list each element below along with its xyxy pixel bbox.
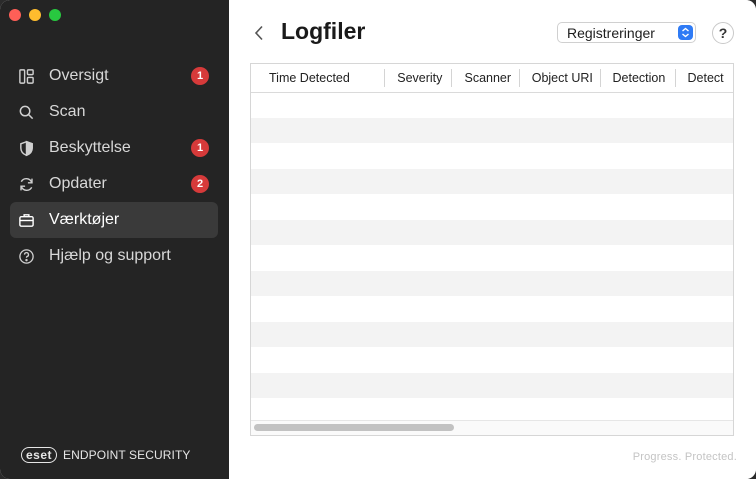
table-row	[251, 168, 733, 194]
sidebar-item-hjaelp[interactable]: Hjælp og support	[10, 238, 218, 274]
sidebar-item-label: Værktøjer	[49, 211, 120, 228]
page-title: Logfiler	[281, 18, 366, 44]
eset-logo: eset	[21, 447, 58, 463]
close-window-button[interactable]	[9, 9, 21, 21]
zoom-window-button[interactable]	[49, 9, 61, 21]
table-row	[251, 92, 733, 118]
notification-badge: 1	[191, 139, 209, 157]
table-row	[251, 372, 733, 398]
table-row	[251, 270, 733, 296]
app-window: Oversigt 1 Scan Beskyttelse 1 Opdater 2 …	[0, 0, 756, 479]
shield-icon	[17, 139, 35, 157]
table-row	[251, 347, 733, 373]
main-panel: Logfiler Registreringer ? Time Detected …	[229, 0, 756, 479]
table-row	[251, 321, 733, 347]
column-header-severity[interactable]: Severity	[384, 69, 451, 87]
help-circle-icon	[17, 247, 35, 265]
column-header-scanner[interactable]: Scanner	[451, 69, 518, 87]
scrollbar-thumb[interactable]	[254, 424, 454, 431]
tagline: Progress. Protected.	[632, 451, 737, 463]
sidebar-item-scan[interactable]: Scan	[10, 94, 218, 130]
chevron-updown-icon	[678, 25, 693, 40]
notification-badge: 1	[191, 67, 209, 85]
column-header-detection[interactable]: Detection	[599, 69, 675, 87]
minimize-window-button[interactable]	[29, 9, 41, 21]
table-header: Time Detected Severity Scanner Object UR…	[251, 64, 733, 93]
log-type-select[interactable]: Registreringer	[557, 22, 696, 43]
overview-icon	[17, 67, 35, 85]
table-row	[251, 245, 733, 271]
sidebar: Oversigt 1 Scan Beskyttelse 1 Opdater 2 …	[0, 0, 229, 479]
toolbox-icon	[17, 211, 35, 229]
table-row	[251, 117, 733, 143]
sidebar-item-label: Beskyttelse	[49, 139, 131, 156]
table-row	[251, 219, 733, 245]
sidebar-item-label: Hjælp og support	[49, 247, 171, 264]
sidebar-item-label: Oversigt	[49, 67, 109, 84]
sidebar-item-oversigt[interactable]: Oversigt 1	[10, 58, 218, 94]
sidebar-item-label: Scan	[49, 103, 86, 120]
column-header-detect[interactable]: Detect	[674, 69, 734, 87]
sidebar-item-label: Opdater	[49, 175, 107, 192]
table-row	[251, 194, 733, 220]
select-value: Registreringer	[567, 24, 655, 41]
horizontal-scrollbar[interactable]	[251, 420, 733, 435]
search-icon	[17, 103, 35, 121]
column-header-time-detected[interactable]: Time Detected	[251, 69, 384, 87]
window-controls	[9, 9, 61, 21]
sidebar-item-beskyttelse[interactable]: Beskyttelse 1	[10, 130, 218, 166]
table-body	[251, 92, 733, 421]
column-header-object-uri[interactable]: Object URI	[518, 69, 600, 87]
product-name: ENDPOINT SECURITY	[63, 448, 191, 462]
help-button[interactable]: ?	[712, 22, 734, 44]
back-button[interactable]	[251, 22, 267, 44]
refresh-icon	[17, 175, 35, 193]
chevron-left-icon	[254, 25, 263, 41]
sidebar-nav: Oversigt 1 Scan Beskyttelse 1 Opdater 2 …	[10, 58, 218, 274]
notification-badge: 2	[191, 175, 209, 193]
table-row	[251, 296, 733, 322]
product-brand: eset ENDPOINT SECURITY	[21, 447, 191, 463]
sidebar-item-opdater[interactable]: Opdater 2	[10, 166, 218, 202]
log-table: Time Detected Severity Scanner Object UR…	[250, 63, 734, 436]
sidebar-item-vaerktojer[interactable]: Værktøjer	[10, 202, 218, 238]
table-row	[251, 143, 733, 169]
